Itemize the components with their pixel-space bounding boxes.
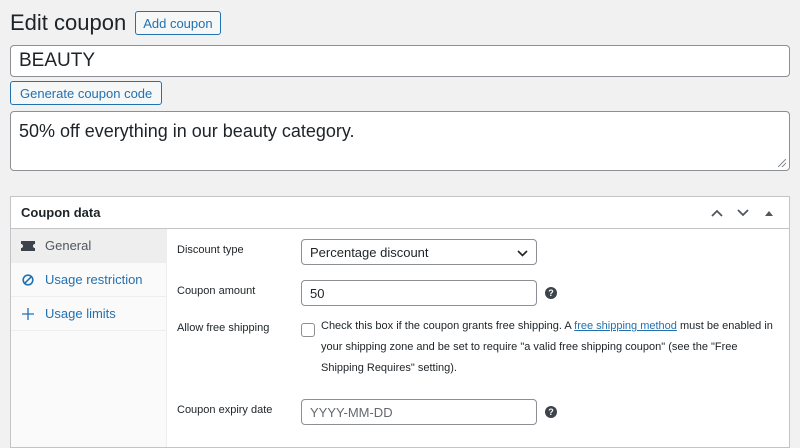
ticket-icon xyxy=(20,238,36,254)
page-title: Edit coupon xyxy=(10,10,127,35)
coupon-description-textarea[interactable]: 50% off everything in our beauty categor… xyxy=(10,111,790,171)
tab-usage-restriction[interactable]: Usage restriction xyxy=(11,263,166,297)
tab-usage-limits-label: Usage limits xyxy=(45,306,116,321)
tab-usage-limits[interactable]: Usage limits xyxy=(11,297,166,331)
no-entry-icon xyxy=(20,272,36,288)
discount-type-select[interactable]: Percentage discount xyxy=(301,239,537,265)
generate-coupon-code-button[interactable]: Generate coupon code xyxy=(10,81,163,105)
coupon-data-title: Coupon data xyxy=(21,205,101,220)
free-shipping-description: Check this box if the coupon grants free… xyxy=(321,316,781,379)
tab-usage-restriction-label: Usage restriction xyxy=(45,272,143,287)
coupon-data-box: Coupon data General Usage restriction Us… xyxy=(10,196,790,448)
postbox-controls xyxy=(707,203,779,223)
expiry-date-input[interactable]: YYYY-MM-DD xyxy=(301,399,537,425)
chevron-down-icon xyxy=(517,245,528,260)
coupon-code-input[interactable]: BEAUTY xyxy=(10,45,790,77)
expiry-date-label: Coupon expiry date xyxy=(177,404,273,416)
page-header: Edit coupon Add coupon xyxy=(10,10,221,36)
add-coupon-button[interactable]: Add coupon xyxy=(135,11,221,35)
free-shipping-label: Allow free shipping xyxy=(177,322,270,334)
coupon-amount-label: Coupon amount xyxy=(177,285,256,297)
help-icon[interactable]: ? xyxy=(545,406,557,418)
free-shipping-text-before: Check this box if the coupon grants free… xyxy=(321,320,575,332)
plus-arrows-icon xyxy=(20,306,36,322)
coupon-amount-input[interactable]: 50 xyxy=(301,280,537,306)
free-shipping-checkbox[interactable] xyxy=(301,323,315,337)
move-up-icon[interactable] xyxy=(707,203,727,223)
general-panel: Discount type Percentage discount Coupon… xyxy=(168,229,789,447)
tab-general-label: General xyxy=(45,238,92,253)
free-shipping-method-link[interactable]: free shipping method xyxy=(574,320,677,332)
textarea-resize-handle[interactable] xyxy=(778,159,786,167)
collapse-toggle-icon[interactable] xyxy=(759,203,779,223)
discount-type-label: Discount type xyxy=(177,244,244,256)
coupon-data-tabs: General Usage restriction Usage limits xyxy=(11,229,167,447)
tab-general[interactable]: General xyxy=(11,229,166,263)
coupon-data-header: Coupon data xyxy=(11,197,789,229)
help-icon[interactable]: ? xyxy=(545,287,557,299)
move-down-icon[interactable] xyxy=(733,203,753,223)
discount-type-value: Percentage discount xyxy=(310,244,429,260)
coupon-description-text: 50% off everything in our beauty categor… xyxy=(19,121,355,141)
